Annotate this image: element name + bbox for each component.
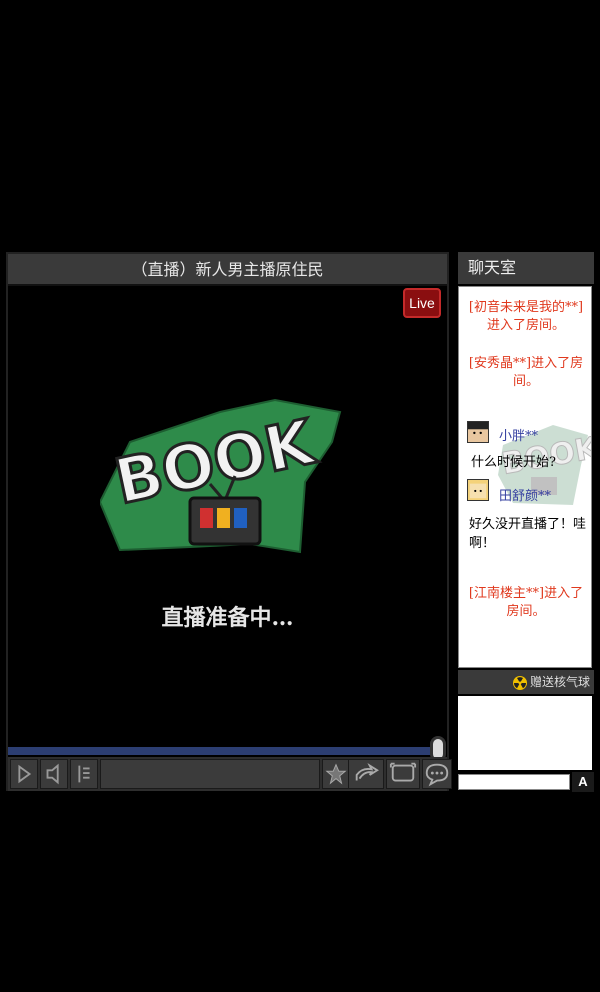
chat-bubble-icon [425, 763, 449, 787]
chat-username[interactable]: 小胖** [499, 425, 538, 444]
play-button[interactable] [10, 759, 38, 789]
system-message: [江南楼主**]进入了房间。 [468, 586, 584, 619]
control-spacer [100, 759, 320, 789]
control-bar [8, 757, 452, 791]
avatar[interactable] [467, 479, 489, 501]
volume-icon [46, 763, 59, 785]
send-button[interactable]: A [572, 772, 594, 792]
favorite-button[interactable] [322, 759, 350, 789]
avatar[interactable] [467, 421, 489, 443]
star-icon [325, 763, 347, 785]
share-icon [355, 763, 379, 781]
fullscreen-icon [389, 762, 417, 782]
chat-message-text: 好久没开直播了！哇啊！ [469, 517, 587, 551]
chat-panel: 聊天室 BOOK [初音未来是我的**]进入了房间。 [安秀晶**]进入了房间。… [458, 252, 594, 792]
video-player: （直播）新人男主播原住民 Live BOOK 直播准备中… [6, 252, 452, 791]
share-button[interactable] [348, 759, 384, 789]
system-message: [安秀晶**]进入了房间。 [468, 356, 584, 389]
progress-bar[interactable] [8, 747, 438, 755]
gift-bar[interactable]: 赠送核气球 [458, 670, 594, 694]
play-icon [18, 764, 32, 784]
fullscreen-button[interactable] [386, 759, 420, 789]
playlist-button[interactable] [70, 759, 98, 789]
chat-title: 聊天室 [458, 252, 594, 284]
chat-username[interactable]: 田舒颜** [499, 485, 551, 504]
stream-title: （直播）新人男主播原住民 [8, 254, 447, 286]
gift-label[interactable]: 赠送核气球 [530, 675, 590, 689]
status-text: 直播准备中… [161, 605, 294, 631]
chat-log[interactable]: BOOK [初音未来是我的**]进入了房间。 [安秀晶**]进入了房间。 小胖*… [458, 286, 592, 668]
chat-compose-area[interactable] [458, 696, 592, 770]
book-tv-logo: BOOK [100, 398, 342, 554]
volume-button[interactable] [40, 759, 68, 789]
live-badge: Live [403, 288, 441, 318]
chat-input[interactable] [458, 774, 570, 790]
chat-message-text: 什么时候开始? [471, 455, 556, 470]
playlist-icon [78, 765, 90, 783]
system-message: [初音未来是我的**]进入了房间。 [468, 300, 584, 333]
danmaku-button[interactable] [422, 759, 452, 789]
radiation-icon [512, 675, 527, 690]
